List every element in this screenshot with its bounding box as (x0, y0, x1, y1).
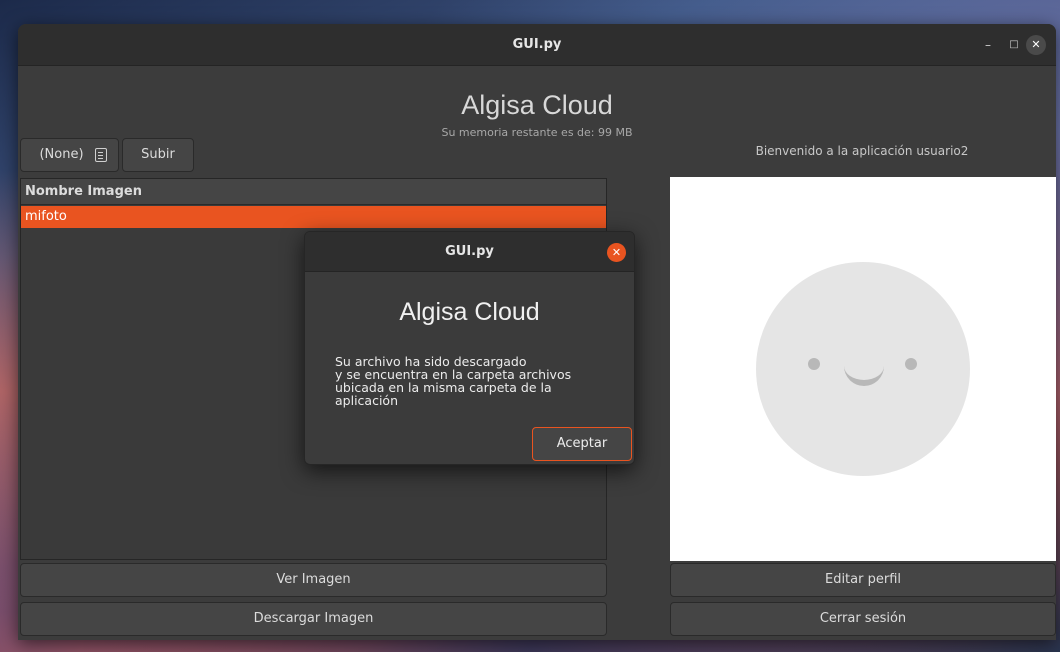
dialog-title: GUI.py (445, 244, 494, 259)
upload-button[interactable]: Subir (122, 138, 194, 172)
combo-value: (None) (39, 147, 84, 162)
minimize-icon[interactable]: – (978, 35, 998, 55)
window-titlebar[interactable]: GUI.py – □ ✕ (18, 24, 1056, 66)
welcome-text: Bienvenido a la aplicación usuario2 (755, 144, 969, 158)
edit-profile-button[interactable]: Editar perfil (670, 563, 1056, 597)
dialog-message: Su archivo ha sido descargado y se encue… (335, 354, 572, 408)
dialog-close-icon[interactable]: ✕ (607, 243, 626, 262)
avatar-right-eye (905, 358, 917, 370)
list-column-header[interactable]: Nombre Imagen (21, 179, 606, 205)
maximize-icon[interactable]: □ (1004, 35, 1024, 55)
view-image-button[interactable]: Ver Imagen (20, 563, 607, 597)
window-title: GUI.py (512, 37, 562, 52)
avatar-mouth (844, 366, 884, 386)
dialog-heading: Algisa Cloud (399, 298, 540, 326)
download-dialog: GUI.py ✕ Algisa Cloud Su archivo ha sido… (304, 231, 635, 465)
image-preview (670, 177, 1056, 561)
close-icon[interactable]: ✕ (1026, 35, 1046, 55)
file-combo-button[interactable]: (None) (20, 138, 119, 172)
app-title: Algisa Cloud (461, 90, 613, 120)
logout-button[interactable]: Cerrar sesión (670, 602, 1056, 636)
list-item[interactable]: mifoto (21, 206, 606, 228)
accept-button[interactable]: Aceptar (532, 427, 632, 461)
dialog-titlebar[interactable]: GUI.py ✕ (305, 232, 634, 272)
avatar-left-eye (808, 358, 820, 370)
file-list-icon (95, 148, 107, 162)
smiley-avatar-icon (756, 262, 970, 476)
download-image-button[interactable]: Descargar Imagen (20, 602, 607, 636)
